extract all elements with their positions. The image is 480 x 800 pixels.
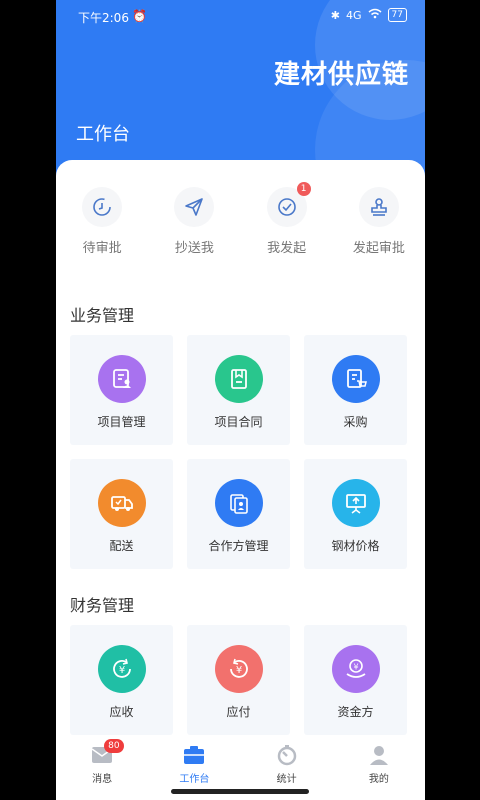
status-time: 下午2:06 (78, 11, 129, 25)
quick-action-label: 发起审批 (352, 241, 405, 256)
tab-profile[interactable]: 我的 (333, 736, 425, 800)
brand-title: 建材供应链 (273, 60, 409, 90)
tab-messages[interactable]: 80 消息 (56, 736, 148, 800)
partner-icon (214, 479, 263, 527)
tab-label: 统计 (276, 774, 297, 785)
clock-icon (82, 187, 123, 227)
message-count-badge: 80 (104, 739, 124, 753)
content-sheet: 待审批 抄送我 1 我发起 发起审批 业务管理 项目管理 项目合同 采购 配送 … (56, 160, 425, 800)
presentation-icon (331, 479, 380, 527)
contract-icon (214, 355, 263, 403)
card-receivable[interactable]: ¥ 应收 (70, 625, 173, 735)
card-delivery[interactable]: 配送 (70, 459, 173, 569)
receivable-icon: ¥ (97, 645, 146, 693)
network-label: 4G (346, 8, 362, 22)
card-label: 项目合同 (214, 415, 263, 429)
quick-action-label: 抄送我 (174, 241, 214, 256)
card-label: 配送 (109, 539, 134, 553)
section-title-finance: 财务管理 (70, 596, 135, 615)
status-bar: 下午2:06 ⏰ ✱ 4G 77 (56, 0, 425, 30)
card-purchase[interactable]: 采购 (304, 335, 407, 445)
svg-text:¥: ¥ (118, 665, 124, 676)
alarm-icon: ⏰ (132, 9, 147, 23)
quick-action-initiated[interactable]: 1 我发起 (241, 182, 333, 272)
business-grid-row-2: 配送 合作方管理 钢材价格 (70, 459, 409, 569)
status-icons: ✱ 4G 77 (331, 8, 407, 22)
card-payable[interactable]: ¥ 应付 (187, 625, 290, 735)
battery-icon: 77 (387, 8, 407, 22)
quick-actions: 待审批 抄送我 1 我发起 发起审批 (56, 182, 425, 272)
card-label: 采购 (343, 415, 368, 429)
quick-action-pending[interactable]: 待审批 (56, 182, 148, 272)
quick-action-label: 待审批 (82, 241, 122, 256)
card-label: 项目管理 (97, 415, 146, 429)
funder-icon: ¥ (331, 645, 380, 693)
wifi-icon (368, 8, 382, 22)
notification-badge: 1 (296, 182, 311, 196)
project-icon (97, 355, 146, 403)
quick-action-cc[interactable]: 抄送我 (148, 182, 240, 272)
card-partner-management[interactable]: 合作方管理 (187, 459, 290, 569)
card-project-contract[interactable]: 项目合同 (187, 335, 290, 445)
card-label: 应收 (109, 705, 134, 719)
card-project-management[interactable]: 项目管理 (70, 335, 173, 445)
quick-action-label: 我发起 (267, 241, 307, 256)
card-label: 应付 (226, 705, 251, 719)
card-funder[interactable]: ¥ 资金方 (304, 625, 407, 735)
card-steel-price[interactable]: 钢材价格 (304, 459, 407, 569)
page-title: 工作台 (76, 124, 130, 145)
business-grid-row-1: 项目管理 项目合同 采购 (70, 335, 409, 445)
svg-text:¥: ¥ (353, 663, 358, 672)
card-label: 钢材价格 (331, 539, 380, 553)
purchase-icon (331, 355, 380, 403)
tab-label: 我的 (368, 774, 389, 785)
card-label: 资金方 (337, 705, 374, 719)
finance-grid-row-1: ¥ 应收 ¥ 应付 ¥ 资金方 (70, 625, 409, 735)
truck-icon (97, 479, 146, 527)
send-icon (174, 187, 215, 227)
quick-action-start-approval[interactable]: 发起审批 (333, 182, 425, 272)
payable-icon: ¥ (214, 645, 263, 693)
section-title-business: 业务管理 (70, 306, 135, 325)
tab-label: 工作台 (179, 774, 210, 785)
stamp-icon (358, 187, 399, 227)
tab-label: 消息 (92, 774, 113, 785)
bluetooth-icon: ✱ (330, 8, 341, 22)
svg-text:¥: ¥ (235, 665, 241, 676)
card-label: 合作方管理 (208, 539, 269, 553)
home-indicator[interactable] (171, 789, 309, 794)
timer-icon (276, 744, 298, 766)
user-icon (368, 744, 390, 766)
briefcase-icon (183, 744, 205, 766)
app-screen: 下午2:06 ⏰ ✱ 4G 77 建材供应链 工作台 待审批 抄送我 1 我发起… (56, 0, 425, 800)
